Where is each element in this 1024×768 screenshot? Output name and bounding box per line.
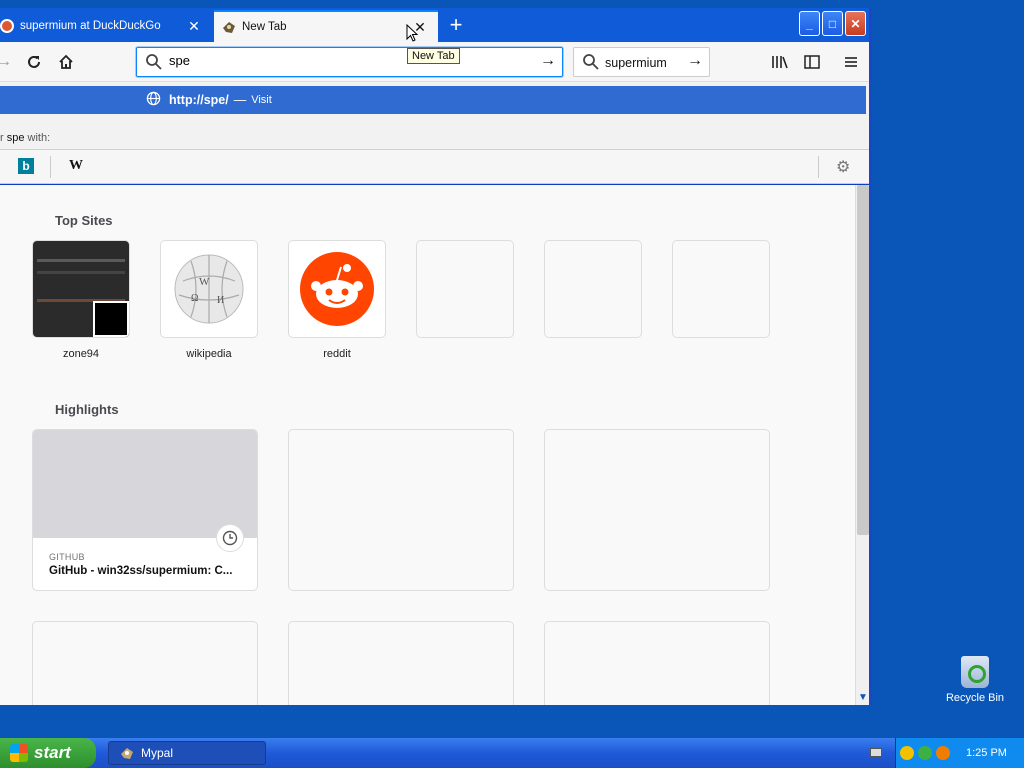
highlight-placeholder	[545, 622, 769, 705]
task-label: Mypal	[141, 746, 174, 760]
go-arrow-icon[interactable]: →	[540, 52, 556, 70]
site-thumbnail: W Ω И	[161, 241, 257, 337]
close-window-button[interactable]: ✕	[845, 11, 866, 36]
autocomplete-popup: http://spe/ — Visit r spe with:	[0, 82, 869, 150]
recycle-bin-icon	[961, 656, 989, 688]
separator	[818, 156, 819, 178]
sidebar-icon[interactable]	[800, 50, 824, 74]
highlight-image	[33, 430, 257, 538]
mypal-icon	[121, 748, 133, 759]
start-button[interactable]: start	[0, 738, 96, 768]
new-tab-page: Top Sites zone94 W Ω И wikipedia reddit …	[0, 185, 855, 705]
search-input[interactable]: supermium	[605, 56, 667, 70]
tab-new-tab[interactable]: New Tab ✕	[214, 10, 438, 42]
highlight-source: GITHUB	[49, 552, 85, 562]
duckduckgo-favicon-icon	[0, 19, 14, 33]
maximize-button[interactable]: □	[822, 11, 843, 36]
tab-duckduckgo[interactable]: supermium at DuckDuckGo ✕	[0, 10, 212, 42]
tab-strip: supermium at DuckDuckGo ✕ New Tab ✕ + _ …	[0, 8, 869, 42]
site-name: reddit	[323, 348, 351, 360]
site-name: wikipedia	[186, 348, 232, 360]
network-icon[interactable]	[918, 746, 932, 760]
tab-tooltip: New Tab	[407, 48, 460, 64]
address-input[interactable]	[169, 53, 529, 68]
search-bar[interactable]: supermium →	[573, 47, 710, 77]
menu-icon[interactable]	[839, 50, 863, 74]
highlight-placeholder	[545, 430, 769, 590]
search-icon	[145, 53, 163, 74]
search-with-query: spe	[6, 132, 25, 144]
site-name: zone94	[62, 348, 100, 360]
svg-text:Ω: Ω	[191, 293, 198, 304]
zone94-icon	[93, 301, 129, 337]
highlight-placeholder	[289, 430, 513, 590]
mypal-favicon-icon	[222, 20, 236, 34]
clock-icon	[216, 524, 244, 552]
library-icon[interactable]	[768, 50, 792, 74]
clock: 1:25 PM	[966, 747, 1007, 759]
autocomplete-visit-row[interactable]: http://spe/ — Visit	[0, 86, 866, 114]
empty-tile	[673, 241, 769, 337]
autocomplete-url: http://spe/	[169, 93, 229, 107]
one-off-search-engines: b W ⚙	[0, 150, 869, 184]
search-icon	[582, 53, 600, 74]
security-shield-icon[interactable]	[900, 746, 914, 760]
highlight-title: GitHub - win32ss/supermium: C...	[49, 565, 233, 577]
reddit-icon	[300, 252, 374, 326]
separator	[50, 156, 51, 178]
minimize-button[interactable]: _	[799, 11, 820, 36]
site-thumbnail	[289, 241, 385, 337]
autocomplete-action: Visit	[251, 94, 272, 106]
vertical-scrollbar[interactable]: ▼	[855, 185, 869, 705]
browser-window: supermium at DuckDuckGo ✕ New Tab ✕ + _ …	[0, 8, 872, 705]
search-go-icon[interactable]: →	[687, 52, 703, 70]
empty-tile	[417, 241, 513, 337]
svg-text:W: W	[199, 276, 210, 288]
reload-icon[interactable]	[22, 50, 46, 74]
windows-logo-icon	[10, 744, 28, 762]
top-site-reddit[interactable]: reddit	[289, 241, 385, 360]
scroll-down-icon[interactable]: ▼	[858, 692, 868, 703]
top-site-empty[interactable]	[673, 241, 769, 337]
empty-tile	[545, 241, 641, 337]
highlight-placeholder	[33, 622, 257, 705]
search-with-suffix: with:	[27, 132, 51, 144]
address-bar[interactable]: →	[136, 47, 563, 77]
start-label: start	[34, 743, 71, 762]
autocomplete-dash: —	[233, 93, 247, 107]
globe-icon	[146, 91, 161, 109]
window-controls: _ □ ✕	[799, 11, 866, 36]
svg-text:И: И	[217, 295, 224, 306]
highlight-placeholder	[289, 622, 513, 705]
wikipedia-globe-icon: W Ω И	[174, 254, 244, 324]
bing-icon[interactable]: b	[18, 158, 34, 174]
gear-icon[interactable]: ⚙	[836, 157, 850, 177]
home-icon[interactable]	[54, 50, 78, 74]
recycle-bin-label: Recycle Bin	[945, 692, 1005, 704]
forward-icon[interactable]: →	[0, 50, 16, 74]
highlights-heading: Highlights	[55, 402, 119, 417]
new-tab-button[interactable]: +	[446, 14, 466, 36]
top-site-empty[interactable]	[545, 241, 641, 337]
top-site-wikipedia[interactable]: W Ω И wikipedia	[161, 241, 257, 360]
top-site-zone94[interactable]: zone94	[33, 241, 129, 360]
highlight-card[interactable]: GITHUB GitHub - win32ss/supermium: C...	[33, 430, 257, 590]
wikipedia-icon[interactable]: W	[68, 158, 84, 174]
top-sites-heading: Top Sites	[55, 213, 113, 228]
search-tray-icon[interactable]	[936, 746, 950, 760]
taskbar: start Mypal 1:25 PM	[0, 738, 1024, 768]
taskbar-item-mypal[interactable]: Mypal	[108, 741, 266, 765]
keyboard-icon[interactable]	[870, 748, 882, 757]
top-site-empty[interactable]	[417, 241, 513, 337]
system-tray: 1:25 PM	[895, 738, 1024, 768]
site-thumbnail	[33, 241, 129, 337]
recycle-bin[interactable]: Recycle Bin	[940, 656, 1010, 704]
close-tab-icon[interactable]: ✕	[186, 18, 202, 34]
scrollbar-thumb[interactable]	[857, 185, 869, 535]
search-with-label: r spe with:	[0, 132, 51, 144]
tab-label: supermium at DuckDuckGo	[20, 20, 161, 32]
tab-label: New Tab	[242, 21, 287, 33]
mouse-cursor-icon	[406, 23, 419, 46]
